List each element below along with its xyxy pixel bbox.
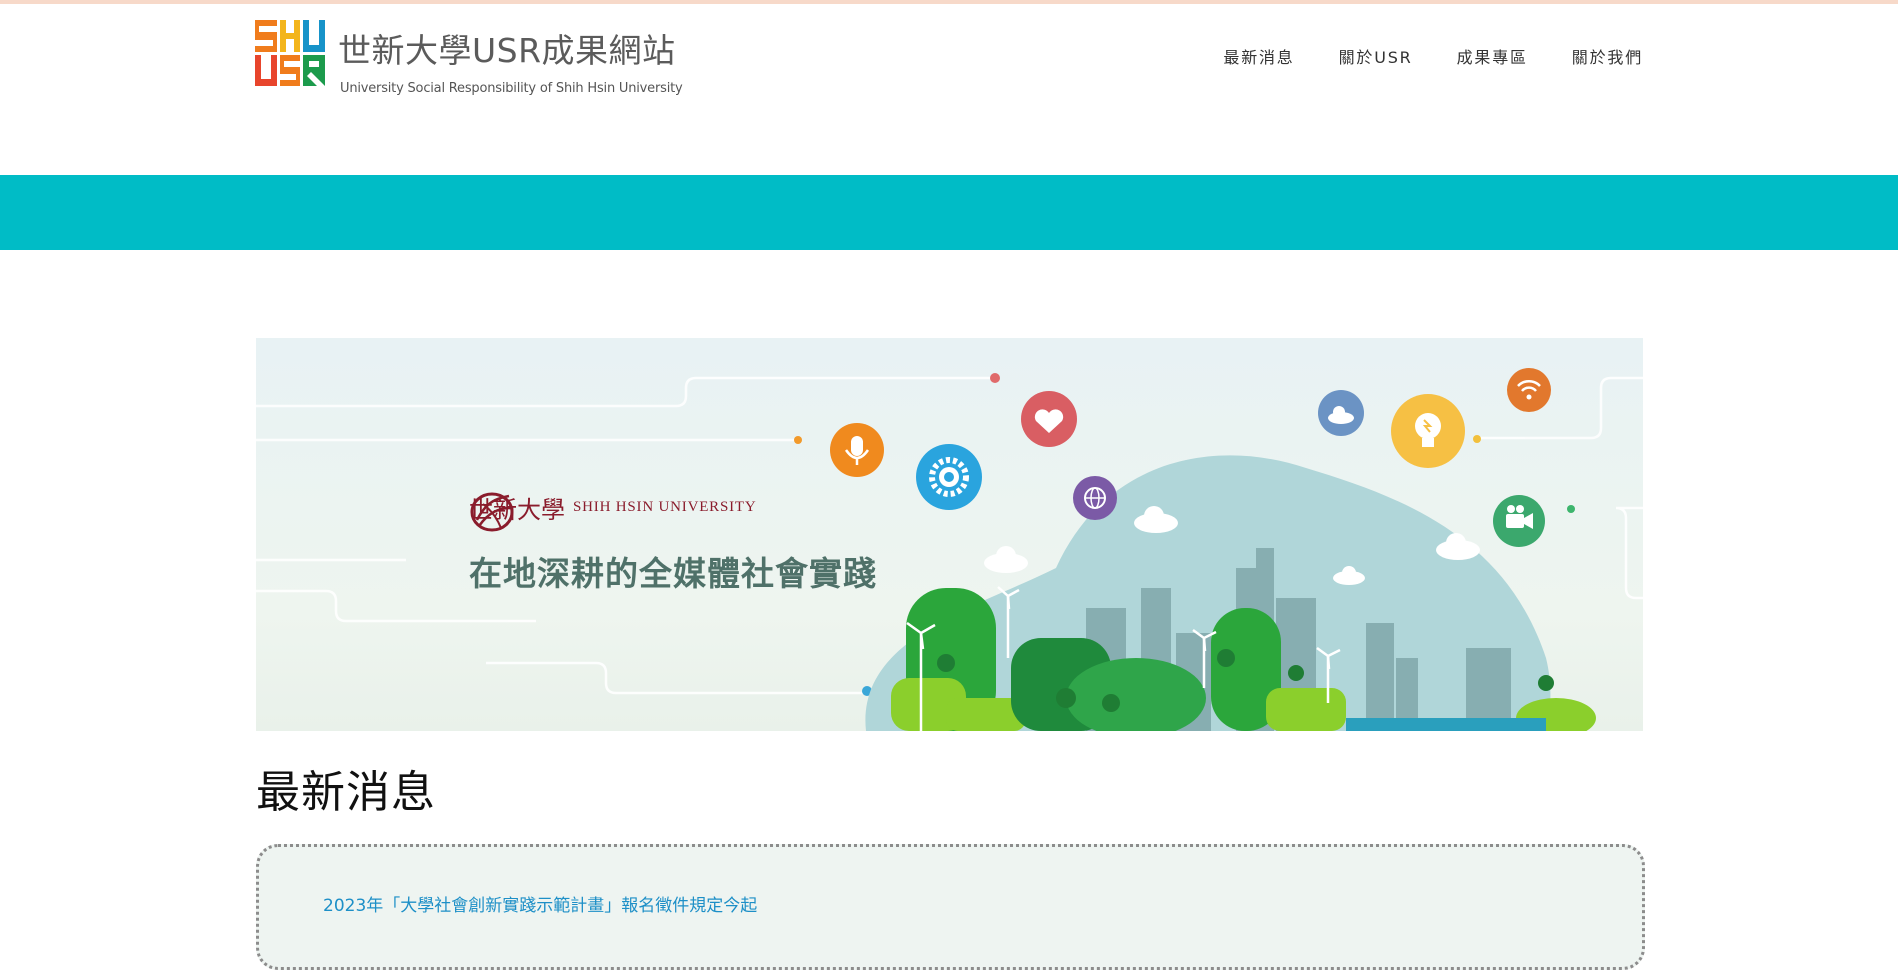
nav-item-news[interactable]: 最新消息	[1223, 44, 1294, 68]
latest-news-heading: 最新消息	[256, 767, 436, 818]
banner-university-name-en: SHIH HSIN UNIVERSITY	[573, 499, 757, 515]
heart-icon	[1021, 391, 1077, 447]
cloud-icon	[1318, 390, 1364, 436]
video-camera-icon	[1493, 495, 1545, 547]
site-logo-link[interactable]: 世新大學USR成果網站 University Social Responsibi…	[255, 20, 683, 96]
lightbulb-icon	[1391, 394, 1465, 468]
usr-logo-mark	[255, 20, 325, 86]
banner-slogan: 在地深耕的全媒體社會實踐	[469, 554, 877, 593]
site-subtitle: University Social Responsibility of Shih…	[340, 81, 683, 96]
globe-icon	[1073, 476, 1117, 520]
site-header: 世新大學USR成果網站 University Social Responsibi…	[0, 4, 1898, 174]
banner-university-logo: 世新大學 SHIH HSIN UNIVERSITY	[469, 490, 757, 532]
nav-item-results[interactable]: 成果專區	[1457, 44, 1528, 68]
gear-icon	[916, 444, 982, 510]
teal-banner-band	[0, 175, 1898, 250]
microphone-icon	[830, 423, 884, 477]
hero-banner: 世新大學 SHIH HSIN UNIVERSITY 在地深耕的全媒體社會實踐	[256, 338, 1643, 731]
news-item-link[interactable]: 2023年「大學社會創新實踐示範計畫」報名徵件規定今起	[323, 891, 757, 916]
nav-item-about-usr[interactable]: 關於USR	[1339, 44, 1413, 68]
nav-item-about-us[interactable]: 關於我們	[1572, 44, 1643, 68]
main-nav: 最新消息 關於USR 成果專區 關於我們	[1223, 44, 1643, 68]
banner-illustration	[256, 368, 1643, 731]
university-seal-icon	[470, 492, 514, 532]
wifi-icon	[1507, 368, 1551, 412]
news-list-box: 2023年「大學社會創新實踐示範計畫」報名徵件規定今起	[256, 844, 1645, 970]
site-title: 世新大學USR成果網站	[338, 31, 676, 70]
